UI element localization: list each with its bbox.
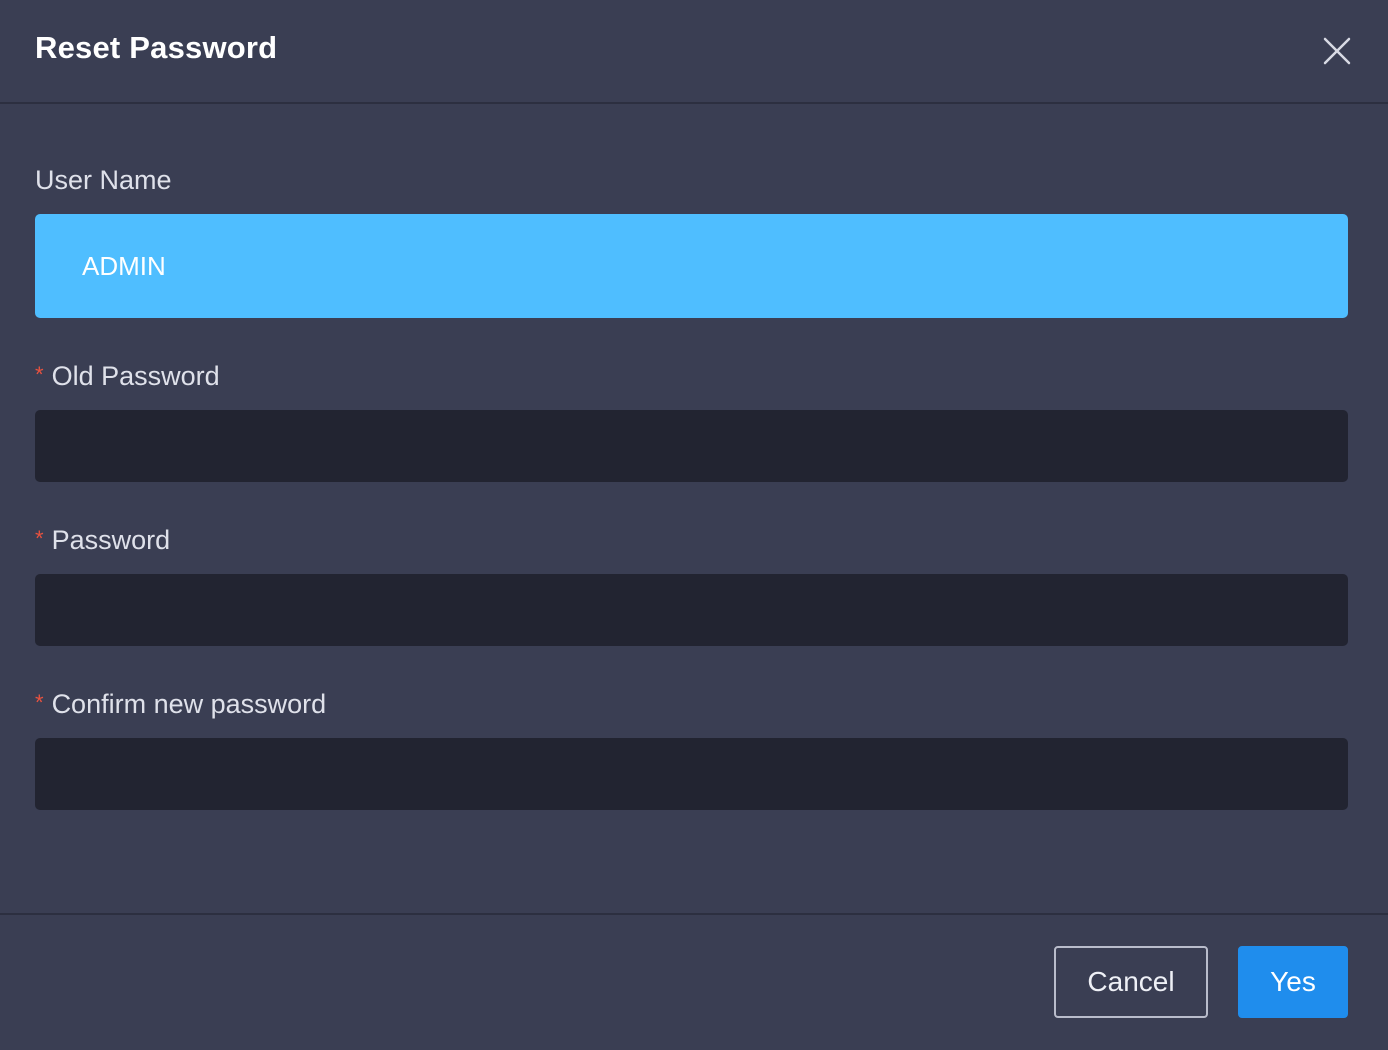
password-input[interactable]	[35, 574, 1348, 646]
password-label-text: Password	[51, 525, 171, 555]
required-mark: *	[35, 690, 44, 715]
password-label: * Password	[35, 525, 170, 556]
old-password-label-text: Old Password	[51, 361, 220, 391]
required-mark: *	[35, 526, 44, 551]
old-password-input[interactable]	[35, 410, 1348, 482]
reset-password-dialog: Reset Password User Name ADMIN * Old Pass…	[0, 0, 1388, 1050]
close-icon	[1323, 37, 1351, 65]
username-field[interactable]: ADMIN	[35, 214, 1348, 318]
username-label-text: User Name	[35, 165, 172, 195]
dialog-header: Reset Password	[0, 0, 1388, 104]
required-mark: *	[35, 362, 44, 387]
dialog-title: Reset Password	[35, 30, 278, 65]
close-button[interactable]	[1320, 34, 1354, 68]
confirm-password-input[interactable]	[35, 738, 1348, 810]
username-label: User Name	[35, 165, 172, 196]
confirm-password-label: * Confirm new password	[35, 689, 326, 720]
confirm-password-label-text: Confirm new password	[51, 689, 327, 719]
cancel-button[interactable]: Cancel	[1054, 946, 1208, 1018]
yes-button[interactable]: Yes	[1238, 946, 1348, 1018]
username-value: ADMIN	[82, 250, 166, 281]
old-password-label: * Old Password	[35, 361, 220, 392]
